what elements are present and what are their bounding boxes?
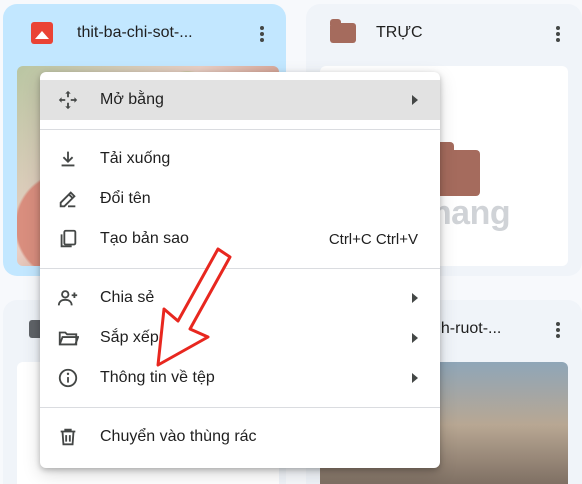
download-icon — [56, 147, 80, 171]
submenu-arrow-icon — [412, 293, 418, 303]
menu-item-label: Mở bằng — [100, 91, 164, 108]
menu-item-file-info[interactable]: Thông tin về tệp — [40, 358, 440, 398]
context-menu: Mở bằng Tải xuống Đổi tên Tạo bản sao Ct… — [40, 72, 440, 468]
more-actions-icon[interactable] — [252, 24, 272, 44]
menu-item-label: Chuyển vào thùng rác — [100, 428, 257, 445]
pencil-icon — [56, 187, 80, 211]
menu-item-label: Tải xuống — [100, 150, 171, 167]
menu-divider — [40, 407, 440, 408]
keyboard-shortcut: Ctrl+C Ctrl+V — [328, 230, 418, 248]
move-arrows-icon — [56, 88, 80, 112]
file-card-title: nh-ruot-... — [432, 320, 502, 337]
menu-item-label: Đổi tên — [100, 190, 151, 207]
folder-card-title: TRỰC — [376, 24, 423, 41]
menu-item-label: Sắp xếp — [100, 329, 159, 346]
drive-file-grid: thit-ba-chi-sot-... TRỰC nh-ruot-... uan… — [0, 0, 582, 484]
submenu-arrow-icon — [412, 333, 418, 343]
submenu-arrow-icon — [412, 373, 418, 383]
menu-item-label: Thông tin về tệp — [100, 369, 215, 386]
more-actions-icon[interactable] — [548, 320, 568, 340]
menu-item-share[interactable]: Chia sẻ — [40, 278, 440, 318]
menu-item-label: Chia sẻ — [100, 289, 155, 306]
menu-divider — [40, 268, 440, 269]
menu-item-make-copy[interactable]: Tạo bản sao Ctrl+C Ctrl+V — [40, 219, 440, 259]
folder-card-header: TRỰC — [306, 4, 582, 62]
person-add-icon — [56, 286, 80, 310]
menu-item-move-to-trash[interactable]: Chuyển vào thùng rác — [40, 417, 440, 457]
menu-divider — [40, 129, 440, 130]
menu-item-rename[interactable]: Đổi tên — [40, 179, 440, 219]
folder-icon — [330, 19, 356, 43]
image-file-icon — [31, 22, 53, 44]
folder-open-icon — [56, 326, 80, 350]
menu-item-download[interactable]: Tải xuống — [40, 139, 440, 179]
menu-item-organize[interactable]: Sắp xếp — [40, 318, 440, 358]
menu-item-open-with[interactable]: Mở bằng — [40, 80, 440, 120]
file-card-header: thit-ba-chi-sot-... — [3, 4, 286, 62]
trash-icon — [56, 425, 80, 449]
more-actions-icon[interactable] — [548, 24, 568, 44]
submenu-arrow-icon — [412, 95, 418, 105]
menu-item-label: Tạo bản sao — [100, 230, 189, 247]
info-icon — [56, 366, 80, 390]
file-card-title: thit-ba-chi-sot-... — [77, 24, 193, 41]
copy-icon — [56, 227, 80, 251]
